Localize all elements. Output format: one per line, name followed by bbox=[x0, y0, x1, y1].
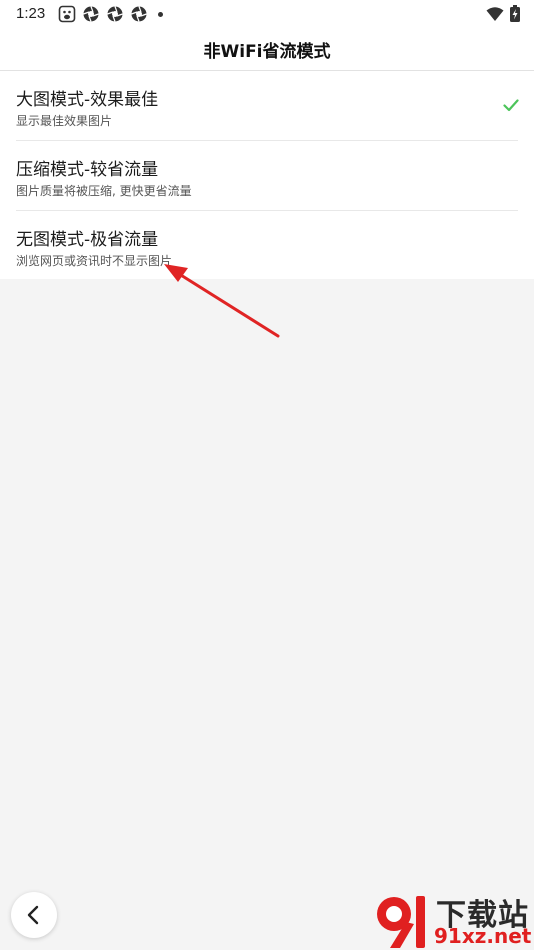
shutter-icon bbox=[131, 6, 147, 22]
more-notifications-dot bbox=[158, 11, 163, 17]
wifi-icon bbox=[486, 6, 504, 21]
status-bar: 1:23 bbox=[0, 0, 534, 28]
mode-option-large-image[interactable]: 大图模式-效果最佳 显示最佳效果图片 bbox=[0, 71, 534, 140]
shutter-icon bbox=[107, 6, 123, 22]
annotation-arrow-icon bbox=[164, 264, 280, 338]
mode-option-title: 压缩模式-较省流量 bbox=[16, 160, 159, 180]
battery-charging-icon bbox=[510, 5, 520, 22]
shutter-icon bbox=[83, 6, 99, 22]
status-time: 1:23 bbox=[16, 5, 46, 22]
91-logo-icon bbox=[377, 896, 425, 948]
mode-option-subtitle: 显示最佳效果图片 bbox=[16, 114, 113, 128]
mode-option-subtitle: 图片质量将被压缩, 更快更省流量 bbox=[16, 184, 192, 198]
check-icon bbox=[503, 99, 519, 112]
mode-option-title: 无图模式-极省流量 bbox=[16, 230, 159, 250]
mode-list: 大图模式-效果最佳 显示最佳效果图片 压缩模式-较省流量 图片质量将被压缩, 更… bbox=[0, 71, 534, 279]
status-notification-icons bbox=[58, 5, 163, 23]
mode-option-subtitle: 浏览网页或资讯时不显示图片 bbox=[16, 254, 173, 268]
mode-option-title: 大图模式-效果最佳 bbox=[16, 90, 159, 110]
status-system-icons bbox=[486, 5, 520, 22]
title-bar: 非WiFi省流模式 bbox=[0, 28, 534, 71]
chevron-left-icon bbox=[27, 905, 39, 925]
back-button[interactable] bbox=[11, 892, 57, 938]
page-title: 非WiFi省流模式 bbox=[203, 42, 331, 62]
watermark: 下载站 91xz.net bbox=[370, 888, 534, 950]
baidu-app-icon bbox=[58, 5, 76, 23]
watermark-url: 91xz.net bbox=[434, 924, 532, 948]
mode-option-compressed[interactable]: 压缩模式-较省流量 图片质量将被压缩, 更快更省流量 bbox=[0, 141, 534, 210]
